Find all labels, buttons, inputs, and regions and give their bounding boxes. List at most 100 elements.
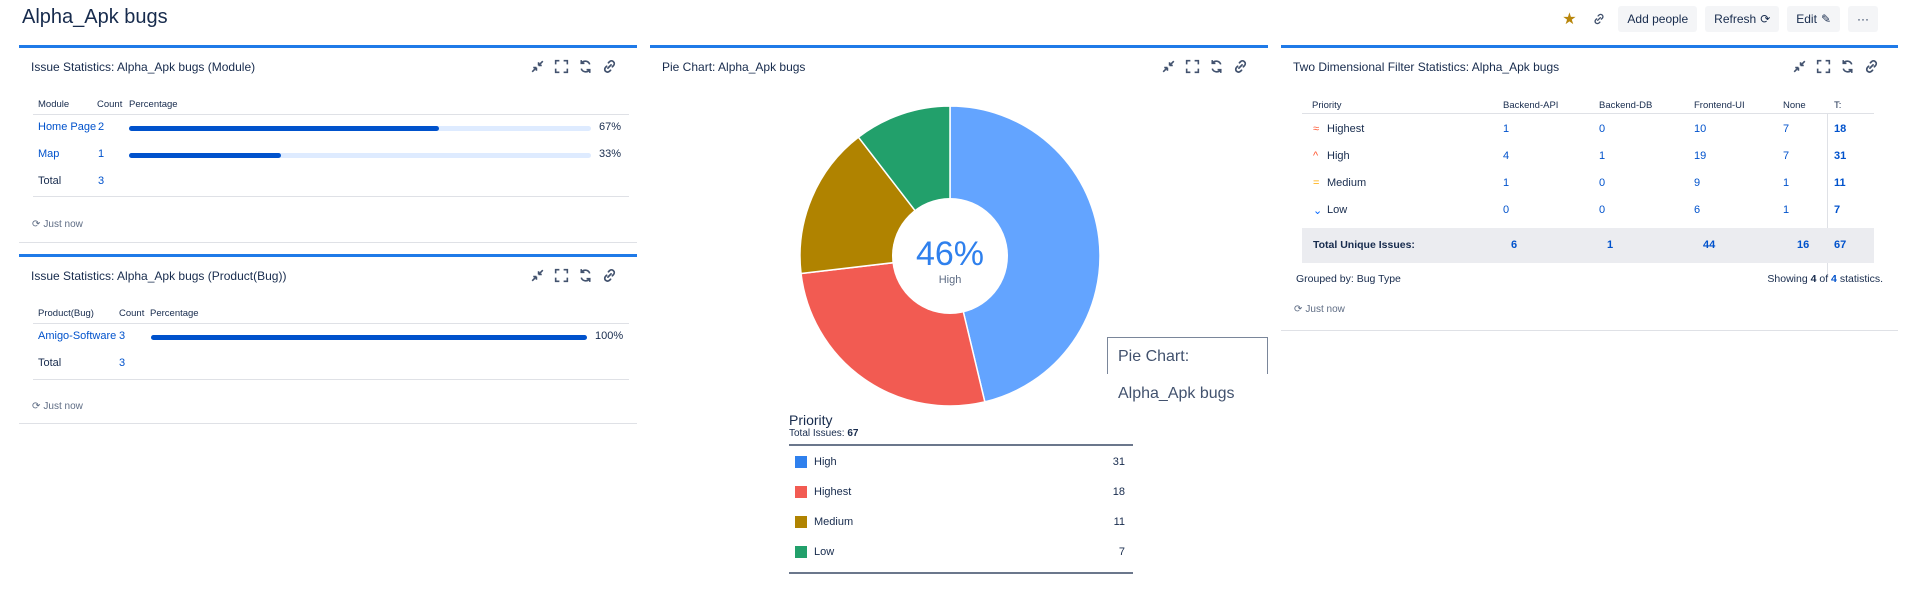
last-updated-text: Just now <box>43 219 83 230</box>
cell-none[interactable]: 1 <box>1783 177 1789 189</box>
legend-row-medium[interactable]: Medium 11 <box>789 508 1133 538</box>
total-all[interactable]: 67 <box>1834 239 1846 251</box>
refresh-icon[interactable] <box>577 267 594 284</box>
pie-center-label: High <box>939 274 962 286</box>
showing-count: Showing 4 of 4 statistics. <box>1767 273 1883 285</box>
cell-none[interactable]: 7 <box>1783 150 1789 162</box>
star-icon[interactable]: ★ <box>1558 9 1580 29</box>
cell-none[interactable]: 1 <box>1783 204 1789 216</box>
column-header-priority: Priority <box>1312 100 1342 111</box>
gadget-controls <box>529 58 618 75</box>
cell-backend-api[interactable]: 0 <box>1503 204 1509 216</box>
header-actions: ★ Add people Refresh ⟳ Edit ✎ ··· <box>1558 6 1878 32</box>
column-header-percentage: Percentage <box>129 99 178 110</box>
total-backend-api[interactable]: 6 <box>1511 239 1517 251</box>
cell-backend-api[interactable]: 1 <box>1503 123 1509 135</box>
module-map-link[interactable]: Map <box>38 148 59 160</box>
edit-button[interactable]: Edit ✎ <box>1787 6 1840 32</box>
module-home-page-count[interactable]: 2 <box>98 121 104 133</box>
minimize-icon[interactable] <box>1160 58 1177 75</box>
legend-row-high[interactable]: High 31 <box>789 448 1133 478</box>
module-home-page-link[interactable]: Home Page <box>38 121 96 133</box>
add-people-button[interactable]: Add people <box>1618 6 1698 32</box>
pie-center-value: 46% <box>916 235 984 273</box>
total-none[interactable]: 16 <box>1797 239 1809 251</box>
link-icon[interactable] <box>1588 8 1610 30</box>
percentage-bar-fill <box>129 153 282 158</box>
legend-row-highest[interactable]: Highest 18 <box>789 478 1133 508</box>
cell-frontend-ui[interactable]: 6 <box>1694 204 1700 216</box>
module-home-page-percent: 67% <box>599 121 622 133</box>
refresh-icon[interactable] <box>1839 58 1856 75</box>
minimize-icon[interactable] <box>529 58 546 75</box>
product-stats-gadget: Issue Statistics: Alpha_Apk bugs (Produc… <box>19 254 637 424</box>
module-map-count[interactable]: 1 <box>98 148 104 160</box>
legend-label: Medium <box>814 516 854 528</box>
legend-label: Low <box>814 546 835 558</box>
total-count[interactable]: 3 <box>98 175 104 187</box>
refresh-button[interactable]: Refresh ⟳ <box>1705 6 1780 32</box>
link-icon[interactable] <box>601 58 618 75</box>
cell-total[interactable]: 18 <box>1834 123 1846 135</box>
product-amigo-software-link[interactable]: Amigo-Software <box>38 330 116 342</box>
cell-total[interactable]: 31 <box>1834 150 1846 162</box>
cell-backend-db[interactable]: 1 <box>1599 150 1605 162</box>
cell-backend-db[interactable]: 0 <box>1599 204 1605 216</box>
refresh-icon[interactable] <box>1208 58 1225 75</box>
last-updated-text: Just now <box>1305 304 1345 315</box>
gadget-title: Two Dimensional Filter Statistics: Alpha… <box>1293 60 1560 74</box>
total-count[interactable]: 3 <box>119 357 125 369</box>
cell-backend-api[interactable]: 1 <box>1503 177 1509 189</box>
cell-backend-api[interactable]: 4 <box>1503 150 1509 162</box>
more-label: ··· <box>1857 12 1869 26</box>
cell-total[interactable]: 11 <box>1834 177 1846 189</box>
legend-label: Highest <box>814 486 852 498</box>
product-amigo-software-count[interactable]: 3 <box>119 330 125 342</box>
column-header-frontend-ui: Frontend-UI <box>1694 100 1745 111</box>
table-row: = Medium 1 0 9 1 11 <box>1281 173 1898 195</box>
legend-row-low[interactable]: Low 7 <box>789 538 1133 568</box>
module-stats-gadget: Issue Statistics: Alpha_Apk bugs (Module… <box>19 45 637 243</box>
total-frontend-ui[interactable]: 44 <box>1703 239 1715 251</box>
showing-b[interactable]: 4 <box>1831 273 1837 285</box>
edit-label: Edit <box>1796 12 1817 26</box>
column-header-backend-api: Backend-API <box>1503 100 1559 111</box>
grouped-by: Grouped by: Bug Type <box>1296 273 1401 285</box>
link-icon[interactable] <box>1863 58 1880 75</box>
total-backend-db[interactable]: 1 <box>1607 239 1613 251</box>
maximize-icon[interactable] <box>1815 58 1832 75</box>
last-updated: ⟳ Just now <box>1294 304 1345 315</box>
link-icon[interactable] <box>601 267 618 284</box>
cell-frontend-ui[interactable]: 10 <box>1694 123 1706 135</box>
column-header-module: Module <box>38 99 70 110</box>
maximize-icon[interactable] <box>553 58 570 75</box>
cell-none[interactable]: 7 <box>1783 123 1789 135</box>
minimize-icon[interactable] <box>529 267 546 284</box>
link-icon[interactable] <box>1232 58 1249 75</box>
cell-total[interactable]: 7 <box>1834 204 1840 216</box>
percentage-bar <box>129 153 591 158</box>
showing-prefix: Showing <box>1767 273 1808 285</box>
pencil-icon: ✎ <box>1820 12 1831 26</box>
more-actions-button[interactable]: ··· <box>1848 6 1878 32</box>
legend-title: Priority <box>789 412 833 428</box>
maximize-icon[interactable] <box>553 267 570 284</box>
percentage-bar <box>151 335 587 340</box>
maximize-icon[interactable] <box>1184 58 1201 75</box>
column-header-none: None <box>1783 100 1806 111</box>
cell-backend-db[interactable]: 0 <box>1599 177 1605 189</box>
total-unique-label: Total Unique Issues: <box>1313 239 1415 251</box>
column-header-total: T: <box>1834 100 1842 111</box>
gadget-controls <box>529 267 618 284</box>
refresh-icon[interactable] <box>577 58 594 75</box>
cell-backend-db[interactable]: 0 <box>1599 123 1605 135</box>
legend-count: 18 <box>1112 486 1125 498</box>
refresh-small-icon: ⟳ <box>32 401 41 412</box>
refresh-icon: ⟳ <box>1760 12 1771 26</box>
legend-label: High <box>814 456 837 468</box>
cell-frontend-ui[interactable]: 9 <box>1694 177 1700 189</box>
minimize-icon[interactable] <box>1791 58 1808 75</box>
table-row: ≈ Highest 1 0 10 7 18 <box>1281 119 1898 141</box>
legend-total-label: Total Issues: <box>789 428 845 439</box>
cell-frontend-ui[interactable]: 19 <box>1694 150 1706 162</box>
